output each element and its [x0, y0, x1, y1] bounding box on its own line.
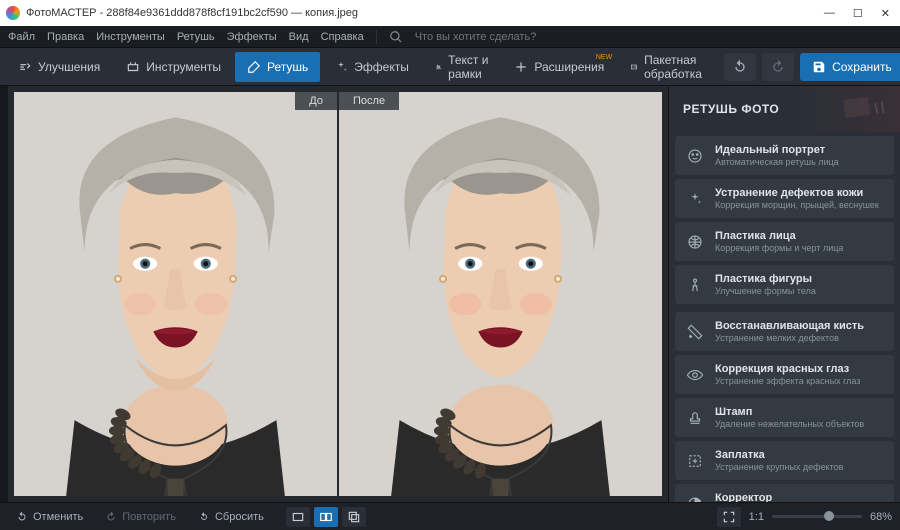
after-image	[339, 92, 662, 496]
fit-screen-icon[interactable]	[717, 507, 741, 527]
menu-file[interactable]: Файл	[8, 31, 35, 43]
face-icon	[685, 146, 705, 166]
history-back-button[interactable]	[724, 53, 756, 81]
tab-пакетная обработка[interactable]: Пакетная обработка	[618, 52, 720, 82]
tool-face[interactable]: Идеальный портретАвтоматическая ретушь л…	[675, 136, 894, 175]
tab-инструменты[interactable]: Инструменты	[114, 52, 233, 82]
menu-effects[interactable]: Эффекты	[227, 31, 277, 43]
mesh-icon	[685, 232, 705, 252]
menu-separator	[376, 30, 377, 44]
tool-patch[interactable]: ЗаплаткаУстранение крупных дефектов	[675, 441, 894, 480]
tab-расширения[interactable]: РасширенияNEW	[502, 52, 616, 82]
view-split-icon[interactable]	[314, 507, 338, 527]
before-pane: До	[14, 92, 337, 496]
menu-view[interactable]: Вид	[289, 31, 309, 43]
maximize-icon[interactable]: ☐	[853, 7, 863, 20]
tool-body[interactable]: Пластика фигурыУлучшение формы тела	[675, 265, 894, 304]
menu-bar: Файл Правка Инструменты Ретушь Эффекты В…	[0, 26, 900, 48]
zoom-slider[interactable]	[772, 515, 862, 518]
header-decoration-icon	[840, 94, 890, 124]
search-icon	[389, 30, 403, 44]
menu-help[interactable]: Справка	[321, 31, 364, 43]
image-viewer[interactable]: До После	[8, 86, 668, 502]
menu-tools[interactable]: Инструменты	[96, 31, 165, 43]
app-logo-icon	[6, 6, 20, 20]
main-toolbar: УлучшенияИнструментыРетушьЭффектыТекст и…	[0, 48, 900, 86]
eye-icon	[685, 365, 705, 385]
body-icon	[685, 275, 705, 295]
tab-улучшения[interactable]: Улучшения	[6, 52, 112, 82]
after-pane: После	[339, 92, 662, 496]
minimize-icon[interactable]: —	[824, 7, 835, 20]
retouch-sidebar: РЕТУШЬ ФОТО Идеальный портретАвтоматичес…	[668, 86, 900, 502]
tab-эффекты[interactable]: Эффекты	[322, 52, 421, 82]
before-image	[14, 92, 337, 496]
view-overlay-icon[interactable]	[342, 507, 366, 527]
left-strip	[0, 86, 8, 502]
close-icon[interactable]: ✕	[881, 7, 890, 20]
title-bar: ФотоМАСТЕР - 288f84e9361ddd878f8cf191bc2…	[0, 0, 900, 26]
tool-sparkle[interactable]: Устранение дефектов кожиКоррекция морщин…	[675, 179, 894, 218]
tools-list: Идеальный портретАвтоматическая ретушь л…	[669, 132, 900, 502]
before-label: До	[295, 92, 337, 110]
search-input[interactable]	[415, 31, 615, 43]
tool-eye[interactable]: Коррекция красных глазУстранение эффекта…	[675, 355, 894, 394]
view-mode-group	[286, 507, 366, 527]
tool-mesh[interactable]: Пластика лицаКоррекция формы и черт лица	[675, 222, 894, 261]
ratio-label[interactable]: 1:1	[749, 511, 764, 523]
after-label: После	[339, 92, 399, 110]
app-title: ФотоМАСТЕР - 288f84e9361ddd878f8cf191bc2…	[26, 7, 358, 19]
tab-текст и рамки[interactable]: Текст и рамки	[423, 52, 501, 82]
tool-heal[interactable]: Восстанавливающая кистьУстранение мелких…	[675, 312, 894, 351]
reset-button[interactable]: Сбросить	[190, 506, 272, 528]
menu-retouch[interactable]: Ретушь	[177, 31, 215, 43]
view-single-icon[interactable]	[286, 507, 310, 527]
sparkle-icon	[685, 189, 705, 209]
undo-button[interactable]: Отменить	[8, 506, 91, 528]
menu-edit[interactable]: Правка	[47, 31, 84, 43]
history-fwd-button[interactable]	[762, 53, 794, 81]
zoom-value: 68%	[870, 511, 892, 523]
save-button[interactable]: Сохранить	[800, 53, 900, 81]
patch-icon	[685, 451, 705, 471]
stamp-icon	[685, 408, 705, 428]
adjust-icon	[685, 494, 705, 503]
status-bar: Отменить Повторить Сбросить 1:1 68%	[0, 502, 900, 530]
sidebar-header: РЕТУШЬ ФОТО	[669, 86, 900, 132]
tool-stamp[interactable]: ШтампУдаление нежелательных объектов	[675, 398, 894, 437]
main-area: До После РЕТУШЬ ФОТО Идеальный портретАв…	[0, 86, 900, 502]
redo-button[interactable]: Повторить	[97, 506, 184, 528]
tab-ретушь[interactable]: Ретушь	[235, 52, 320, 82]
heal-icon	[685, 322, 705, 342]
tool-adjust[interactable]: КорректорОбработка фрагментов изображени…	[675, 484, 894, 502]
